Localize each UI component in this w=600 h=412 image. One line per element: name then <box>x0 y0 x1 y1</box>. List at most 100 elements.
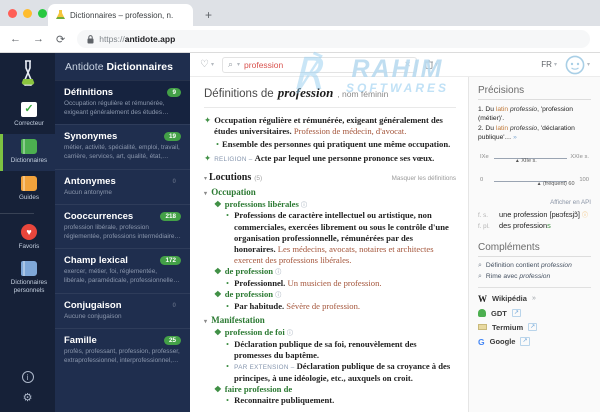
url-text: https://antidote.app <box>99 34 176 44</box>
definition-bullet-icon: • <box>216 139 220 150</box>
sidebar-item-champ-lexical[interactable]: Champ lexical 172 exercer, métier, foi, ré… <box>55 248 190 292</box>
locution-phrase[interactable]: ❖ professions libérales ⓘ <box>214 199 456 211</box>
book-blue-icon <box>21 261 37 277</box>
scale-left-label: 0 <box>480 176 484 183</box>
text-part: [pʁɔfɛsjɔ̃] <box>549 209 582 219</box>
resource-link-wikipédia[interactable]: W Wikipédia » <box>478 294 591 304</box>
etymology-line: 2. Du latin professio, 'déclaration publ… <box>478 124 591 143</box>
search-value[interactable]: profession <box>244 60 400 70</box>
complement-search-link[interactable]: ⌕ Rime avec profession <box>478 273 591 281</box>
collapse-triangle-icon[interactable]: ▾ <box>204 319 207 325</box>
sidebar-item-cooccurrences[interactable]: Cooccurrences 218 profession libérale, pro… <box>55 204 190 248</box>
module-rail: ✓ Correcteur Dictionnaires Guides ♥ Favoris Di… <box>0 53 55 412</box>
rail-item-dictionnaires-personnels[interactable]: Dictionnaires personnels <box>0 256 55 301</box>
mask-definitions-link[interactable]: Masquer les définitions <box>392 175 456 182</box>
info-icon[interactable]: ⓘ <box>287 331 293 337</box>
scale-right-label: XXIe s. <box>570 153 589 160</box>
sidebar-item-preview: Aucune conjugaison <box>64 312 122 320</box>
scale-marker: ▲ (fréquent) 60 <box>536 180 575 187</box>
text-part: Acte par lequel une personne prononce se… <box>254 152 435 163</box>
locution-phrase[interactable]: ❖ de profession ⓘ <box>214 289 456 301</box>
info-icon[interactable]: ⓘ <box>582 213 588 219</box>
external-link-icon: ↗ <box>520 337 530 346</box>
locution-phrase[interactable]: ❖ de profession ⓘ <box>214 266 456 278</box>
text-part: 1. Du <box>478 106 496 113</box>
resource-link-google[interactable]: G Google ↗ <box>478 337 591 347</box>
resource-link-gdt[interactable]: GDT ↗ <box>478 309 591 318</box>
sidebar-item-preview: Aucun antonyme <box>64 188 112 196</box>
sidebar-item-antonymes[interactable]: Antonymes 0 Aucun antonyme <box>55 168 190 205</box>
language-selector[interactable]: FR ▾ <box>541 60 557 69</box>
marker-arrow-icon: ▲ <box>514 157 522 164</box>
search-mode-chevron-icon[interactable]: ▾ <box>237 61 240 68</box>
browser-tab[interactable]: Dictionnaires – profession, n. <box>48 4 193 26</box>
reload-button[interactable]: ⟳ <box>56 33 65 46</box>
account-menu[interactable]: ▾ <box>565 55 590 75</box>
collapse-triangle-icon[interactable]: ▾ <box>204 191 207 197</box>
locution-group-name: ▾ Occupation <box>204 186 256 197</box>
complement-search-link[interactable]: ⌕ Définition contient profession <box>478 262 591 270</box>
locution-bullet-icon: ❖ <box>214 383 222 394</box>
text-part: Sévère de profession. <box>284 301 361 312</box>
info-icon[interactable]: ⓘ <box>275 270 281 276</box>
locution-phrase[interactable]: ❖ profession de foi ⓘ <box>214 327 456 339</box>
sidebar-item-synonymes[interactable]: Synonymes 19 métier, activité, spécialité,… <box>55 124 190 168</box>
locution-sense: • Déclaration publique de sa foi, renouv… <box>226 339 456 361</box>
show-api-link[interactable]: Afficher en API <box>478 199 591 206</box>
rail-item-label: Dictionnaires <box>10 156 48 164</box>
minimize-window-button[interactable] <box>23 9 32 18</box>
antidote-favicon <box>56 10 65 19</box>
search-link-text: Rime avec profession <box>485 272 551 280</box>
address-bar[interactable]: https://antidote.app <box>77 30 590 48</box>
search-link-text: Définition contient profession <box>485 261 572 269</box>
info-icon[interactable]: ⓘ <box>275 293 281 299</box>
heart-icon: ♡ <box>200 59 209 70</box>
sidebar-item-famille[interactable]: Famille 25 profès, professant, profession,… <box>55 328 190 372</box>
sidebar-item-label: Cooccurrences <box>64 211 134 223</box>
scale-right-label: 100 <box>579 176 589 183</box>
more-arrow-icon: » <box>531 295 536 302</box>
sidebar-item-row: Définitions 9 <box>64 87 181 98</box>
sidebar-item-conjugaison[interactable]: Conjugaison 0 Aucune conjugaison <box>55 292 190 329</box>
google-icon: G <box>478 336 485 347</box>
window-controls[interactable] <box>8 9 47 18</box>
chevron-down-icon: ▾ <box>553 62 557 68</box>
count-badge: 0 <box>172 301 176 309</box>
form-text: une profession [pʁɔfɛsjɔ̃] ⓘ <box>499 210 588 219</box>
app-toolbar: ♡ ▾ ⌕ ▾ profession ✕ ▾ FR ▾ ▾ <box>190 53 600 77</box>
external-link-icon: ↗ <box>511 308 521 318</box>
form-label: f. pl. <box>478 222 490 230</box>
rail-item-favoris[interactable]: ♥ Favoris <box>0 219 55 257</box>
text-part: s <box>547 220 551 230</box>
search-input[interactable]: ⌕ ▾ profession ✕ <box>221 56 417 73</box>
text-part: Par habitude. <box>234 301 285 312</box>
entry-title: Définitions de profession , nom féminin <box>204 85 456 108</box>
search-link-word: profession <box>519 272 551 280</box>
resource-label: GDT <box>491 308 507 318</box>
new-tab-button[interactable]: + <box>205 8 212 26</box>
history-trash-button[interactable]: ▾ <box>424 60 438 69</box>
sidebar-item-définitions[interactable]: Définitions 9 Occupation régulière et rému… <box>55 80 190 125</box>
locution-sense: • Reconnaitre publiquement. <box>226 395 456 406</box>
resource-link-termium[interactable]: Termium ↗ <box>478 323 591 332</box>
collapse-triangle-icon[interactable]: ▾ <box>204 175 207 182</box>
favorite-heart-button[interactable]: ♡ ▾ <box>200 59 214 70</box>
settings-gear-icon[interactable]: ⚙ <box>23 391 33 404</box>
back-button[interactable]: ← <box>10 33 21 45</box>
info-icon[interactable]: ⓘ <box>301 203 307 209</box>
info-icon[interactable]: i <box>21 371 34 383</box>
sidebar-item-label: Synonymes <box>64 131 118 143</box>
browser-tab-strip: Dictionnaires – profession, n. + <box>0 0 600 26</box>
close-window-button[interactable] <box>8 9 17 18</box>
rail-item-dictionnaires[interactable]: Dictionnaires <box>0 133 55 171</box>
locution-phrase[interactable]: ❖ faire profession de <box>214 384 456 395</box>
forward-button[interactable]: → <box>33 33 44 45</box>
rail-item-guides[interactable]: Guides <box>0 171 55 208</box>
count-badge: 25 <box>163 336 181 346</box>
clear-search-icon[interactable]: ✕ <box>404 60 411 69</box>
browser-toolbar: ← → ⟳ https://antidote.app <box>0 26 600 53</box>
rail-item-correcteur[interactable]: ✓ Correcteur <box>0 97 55 134</box>
rail-item-label: Dictionnaires personnels <box>10 279 48 295</box>
maximize-window-button[interactable] <box>38 9 47 18</box>
search-plus-icon: ⌕ <box>478 261 482 269</box>
